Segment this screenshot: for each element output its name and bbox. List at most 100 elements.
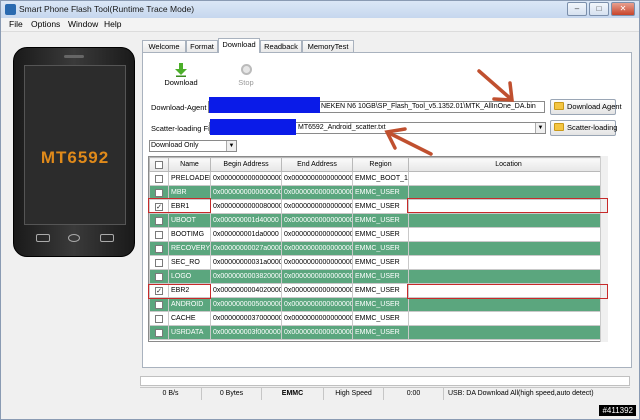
checkbox[interactable] <box>155 230 163 239</box>
table-row[interactable]: BOOTIMG 0x000000001da0000 0x00000000000000… <box>149 227 607 242</box>
cell-end-address: 0x0000000000000000 <box>281 185 353 200</box>
scatter-loading-button[interactable]: Scatter-loading <box>550 120 618 136</box>
download-button[interactable]: Download <box>161 78 201 87</box>
folder-icon <box>554 102 564 110</box>
app-window: Smart Phone Flash Tool(Runtime Trace Mod… <box>0 0 640 420</box>
download-agent-label: Download-Agent <box>151 103 207 112</box>
checkbox[interactable] <box>155 188 163 197</box>
status-bar: 0 B/s 0 Bytes EMMC High Speed 0:00 USB: … <box>140 387 630 400</box>
cell-location[interactable] <box>408 171 607 186</box>
status-time: 0:00 <box>384 388 444 400</box>
column-end-address[interactable]: End Address <box>281 157 353 172</box>
cell-region: EMMC_USER <box>352 241 409 256</box>
download-agent-button[interactable]: Download Agent <box>550 99 622 115</box>
row-checkbox-cell[interactable] <box>149 325 169 340</box>
cell-location[interactable] <box>408 269 607 284</box>
checkbox[interactable] <box>155 300 163 309</box>
checkbox[interactable] <box>155 244 163 253</box>
column-location[interactable]: Location <box>408 157 607 172</box>
table-row[interactable]: LOGO 0x0000000003820000 0x0000000000000000… <box>149 269 607 284</box>
table-row[interactable]: USRDATA 0x000000003f000000 0x0000000000000… <box>149 325 607 340</box>
window-title: Smart Phone Flash Tool(Runtime Trace Mod… <box>19 4 195 14</box>
table-header: Name Begin Address End Address Region Lo… <box>149 157 607 172</box>
cell-name: RECOVERY <box>168 241 211 256</box>
cell-begin-address: 0x000000003f000000 <box>210 325 282 340</box>
checkbox[interactable] <box>155 216 163 225</box>
cell-begin-address: 0x0000000000000000 <box>210 185 282 200</box>
column-name[interactable]: Name <box>168 157 211 172</box>
cell-region: EMMC_USER <box>352 311 409 326</box>
cell-region: EMMC_USER <box>352 185 409 200</box>
status-mode: High Speed <box>324 388 384 400</box>
checkbox[interactable] <box>155 314 163 323</box>
table-row[interactable]: RECOVERY 0x00000000027a0000 0x000000000000… <box>149 241 607 256</box>
table-row[interactable]: ANDROID 0x0000000005000000 0x0000000000000… <box>149 297 607 312</box>
cell-name: LOGO <box>168 269 211 284</box>
menu-file[interactable]: File <box>9 19 23 29</box>
row-checkbox-cell[interactable] <box>149 269 169 284</box>
mode-dropdown-icon[interactable]: ▼ <box>226 141 236 151</box>
cell-region: EMMC_USER <box>352 283 409 298</box>
cell-name: CACHE <box>168 311 211 326</box>
minimize-button[interactable]: – <box>567 2 587 16</box>
cell-region: EMMC_BOOT_1 <box>352 171 409 186</box>
menu-options[interactable]: Options <box>31 19 60 29</box>
checkbox[interactable] <box>155 258 163 267</box>
cell-location[interactable] <box>408 227 607 242</box>
row-checkbox-cell[interactable] <box>149 213 169 228</box>
mode-select[interactable]: Download Only <box>149 140 237 152</box>
status-info: USB: DA Download All(high speed,auto det… <box>448 390 594 397</box>
stop-icon[interactable] <box>241 64 252 75</box>
cell-name: BOOTIMG <box>168 227 211 242</box>
cell-end-address: 0x0000000000000000 <box>281 325 353 340</box>
scatter-dropdown-icon[interactable]: ▼ <box>535 123 545 133</box>
column-begin-address[interactable]: Begin Address <box>210 157 282 172</box>
partition-table: Name Begin Address End Address Region Lo… <box>148 156 608 342</box>
cell-region: EMMC_USER <box>352 255 409 270</box>
table-row[interactable]: PRELOADER 0x0000000000000000 0x00000000000… <box>149 171 607 186</box>
scatter-loading-button-label: Scatter-loading <box>567 123 618 132</box>
table-row[interactable]: SEC_RO 0x00000000031a0000 0x00000000000000… <box>149 255 607 270</box>
menu-window[interactable]: Window <box>68 19 98 29</box>
table-row[interactable]: UBOOT 0x000000001d40000 0x0000000000000000… <box>149 213 607 228</box>
row-checkbox-cell[interactable] <box>149 241 169 256</box>
cell-name: UBOOT <box>168 213 211 228</box>
cell-location[interactable] <box>408 325 607 340</box>
checkbox[interactable] <box>155 174 163 183</box>
checkbox[interactable] <box>155 160 163 169</box>
row-checkbox-cell[interactable] <box>149 255 169 270</box>
row-checkbox-cell[interactable] <box>149 171 169 186</box>
menu-help[interactable]: Help <box>104 19 121 29</box>
header-select-all[interactable] <box>149 157 169 172</box>
close-button[interactable]: ✕ <box>611 2 635 16</box>
cell-location[interactable] <box>408 255 607 270</box>
cell-location[interactable] <box>408 311 607 326</box>
table-row[interactable]: CACHE 0x0000000037000000 0x000000000000000… <box>149 311 607 326</box>
highlight-box-ebr1-name <box>148 198 211 213</box>
cell-location[interactable] <box>408 297 607 312</box>
checkbox[interactable] <box>155 272 163 281</box>
row-checkbox-cell[interactable] <box>149 227 169 242</box>
cell-location[interactable] <box>408 213 607 228</box>
stop-button[interactable]: Stop <box>231 78 261 87</box>
redaction-block <box>209 97 320 113</box>
highlight-box-ebr2-location <box>407 284 608 299</box>
redaction-block <box>210 119 296 135</box>
download-arrow-icon[interactable] <box>175 63 187 77</box>
cell-end-address: 0x0000000000000000 <box>281 171 353 186</box>
status-storage: EMMC <box>262 388 324 400</box>
cell-location[interactable] <box>408 241 607 256</box>
cell-end-address: 0x0000000000000000 <box>281 255 353 270</box>
row-checkbox-cell[interactable] <box>149 297 169 312</box>
maximize-button[interactable]: □ <box>589 2 609 16</box>
tab-download[interactable]: Download <box>218 38 260 53</box>
cell-begin-address: 0x000000001da0000 <box>210 227 282 242</box>
column-region[interactable]: Region <box>352 157 409 172</box>
cell-begin-address: 0x0000000000080000 <box>210 199 282 214</box>
cell-name: SEC_RO <box>168 255 211 270</box>
cell-begin-address: 0x0000000000000000 <box>210 171 282 186</box>
table-scrollbar[interactable] <box>600 156 608 342</box>
status-bytes: 0 Bytes <box>202 388 262 400</box>
checkbox[interactable] <box>155 328 163 337</box>
row-checkbox-cell[interactable] <box>149 311 169 326</box>
